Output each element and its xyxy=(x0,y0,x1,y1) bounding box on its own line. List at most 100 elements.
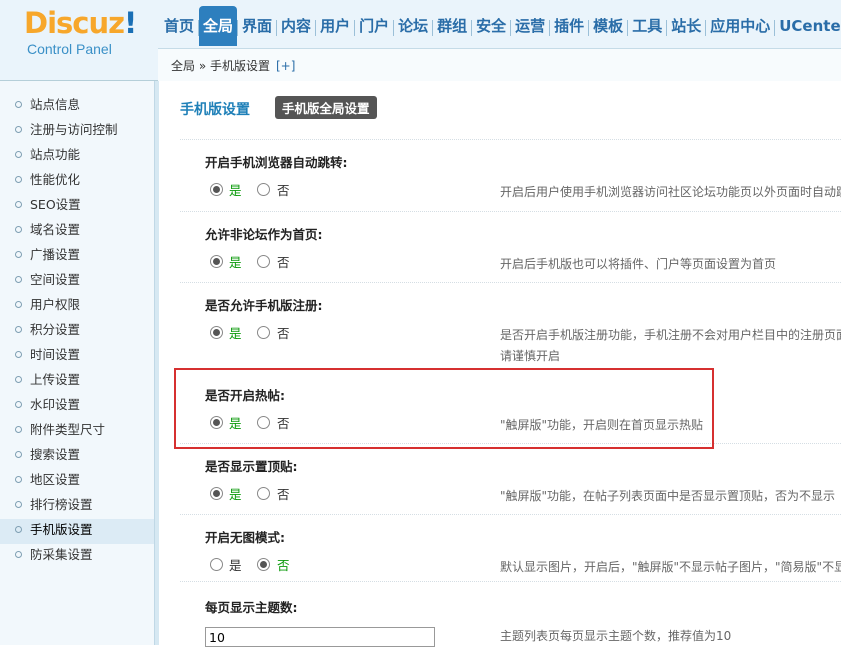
nav-item-2[interactable]: 界面 xyxy=(238,6,276,46)
sidebar-item-14[interactable]: 搜索设置 xyxy=(0,444,154,469)
highlight-box xyxy=(174,368,714,449)
bullet-icon xyxy=(15,176,22,183)
sidebar-item-label: 水印设置 xyxy=(30,397,81,412)
nav-item-12[interactable]: 工具 xyxy=(628,6,666,46)
radio-yes-label: 是 xyxy=(229,326,242,341)
bullet-icon xyxy=(15,501,22,508)
radio-yes[interactable] xyxy=(210,255,223,268)
sidebar-item-7[interactable]: 空间设置 xyxy=(0,269,154,294)
radio-yes[interactable] xyxy=(210,487,223,500)
sidebar-item-label: 手机版设置 xyxy=(30,522,93,537)
tab-mobile-global-settings[interactable]: 手机版全局设置 xyxy=(275,96,377,119)
logo-subtitle: Control Panel xyxy=(27,41,112,57)
divider xyxy=(180,514,841,515)
sidebar-item-3[interactable]: 性能优化 xyxy=(0,169,154,194)
sidebar-item-10[interactable]: 时间设置 xyxy=(0,344,154,369)
nav-item-0[interactable]: 首页 xyxy=(160,6,198,46)
sidebar-item-label: 注册与访问控制 xyxy=(30,122,118,137)
nav-item-1[interactable]: 全局 xyxy=(199,6,238,46)
sidebar-item-label: 站点信息 xyxy=(30,97,81,112)
sidebar-item-label: 空间设置 xyxy=(30,272,81,287)
sidebar-item-11[interactable]: 上传设置 xyxy=(0,369,154,394)
sidebar-item-6[interactable]: 广播设置 xyxy=(0,244,154,269)
radio-yes[interactable] xyxy=(210,183,223,196)
sidebar-item-16[interactable]: 排行榜设置 xyxy=(0,494,154,519)
nav-item-9[interactable]: 运营 xyxy=(511,6,549,46)
nav-item-11[interactable]: 模板 xyxy=(589,6,627,46)
topics-per-page-input[interactable] xyxy=(205,627,435,647)
radio-no[interactable] xyxy=(257,326,270,339)
sidebar-item-label: 域名设置 xyxy=(30,222,81,237)
setting-description: 默认显示图片，开启后，"触屏版"不显示帖子图片，"简易版"不显 xyxy=(500,560,841,574)
sidebar-item-label: 站点功能 xyxy=(30,147,81,162)
sidebar-item-5[interactable]: 域名设置 xyxy=(0,219,154,244)
nav-item-13[interactable]: 站长 xyxy=(667,6,705,46)
header: Discuz! Control Panel 首页 全局 界面 内容 用户 门户 论坛 群组 安全… xyxy=(0,0,841,81)
nav-item-10[interactable]: 插件 xyxy=(550,6,588,46)
breadcrumb: 全局 » 手机版设置 [+] xyxy=(171,57,295,74)
page-title: 手机版设置 xyxy=(180,102,250,118)
discuz-logo[interactable]: Discuz! Control Panel xyxy=(0,0,158,80)
bullet-icon xyxy=(15,251,22,258)
setting-description: "触屏版"功能，在帖子列表页面中是否显示置顶贴，否为不显示 xyxy=(500,489,836,503)
radio-no-label: 否 xyxy=(277,487,290,502)
top-nav: 首页全局界面内容用户门户论坛群组安全运营插件模板工具站长应用中心UCenter xyxy=(160,6,841,46)
radio-yes[interactable] xyxy=(210,558,223,571)
sidebar-item-18[interactable]: 防采集设置 xyxy=(0,544,154,569)
radio-no[interactable] xyxy=(257,183,270,196)
sidebar-divider xyxy=(154,81,159,645)
breadcrumb-bar: 全局 » 手机版设置 [+] xyxy=(158,48,841,81)
sidebar-item-2[interactable]: 站点功能 xyxy=(0,144,154,169)
bullet-icon xyxy=(15,201,22,208)
sidebar-item-1[interactable]: 注册与访问控制 xyxy=(0,119,154,144)
sidebar-item-8[interactable]: 用户权限 xyxy=(0,294,154,319)
divider xyxy=(180,282,841,283)
breadcrumb-path: 全局 » 手机版设置 xyxy=(171,59,270,73)
nav-item-8[interactable]: 安全 xyxy=(472,6,510,46)
radio-no-label: 否 xyxy=(277,558,290,573)
setting-title: 允许非论坛作为首页: xyxy=(205,227,323,242)
bullet-icon xyxy=(15,276,22,283)
sidebar-item-0[interactable]: 站点信息 xyxy=(0,94,154,119)
sidebar-item-12[interactable]: 水印设置 xyxy=(0,394,154,419)
sidebar-item-label: 广播设置 xyxy=(30,247,81,262)
sidebar-item-label: 积分设置 xyxy=(30,322,81,337)
sidebar-item-label: 排行榜设置 xyxy=(30,497,93,512)
nav-item-7[interactable]: 群组 xyxy=(433,6,471,46)
nav-item-15[interactable]: UCenter xyxy=(775,6,841,46)
sidebar-item-label: 搜索设置 xyxy=(30,447,81,462)
bullet-icon xyxy=(15,551,22,558)
setting-title: 每页显示主题数: xyxy=(205,600,298,615)
sidebar-item-13[interactable]: 附件类型尺寸 xyxy=(0,419,154,444)
sidebar-item-9[interactable]: 积分设置 xyxy=(0,319,154,344)
divider xyxy=(180,211,841,212)
sidebar-item-label: 防采集设置 xyxy=(30,547,93,562)
radio-yes[interactable] xyxy=(210,326,223,339)
sidebar-item-17[interactable]: 手机版设置 xyxy=(0,519,154,544)
bullet-icon xyxy=(15,326,22,333)
setting-description: 开启后手机版也可以将插件、门户等页面设置为首页 xyxy=(500,257,777,271)
nav-item-14[interactable]: 应用中心 xyxy=(706,6,774,46)
setting-title: 是否允许手机版注册: xyxy=(205,298,323,313)
radio-no-label: 否 xyxy=(277,183,290,198)
nav-item-3[interactable]: 内容 xyxy=(277,6,315,46)
logo-brand: Discuz! xyxy=(24,6,137,40)
sidebar: 站点信息注册与访问控制 站点功能性能优化 SEO设置域名设置广播设置空间设置用户权限… xyxy=(0,81,154,645)
divider xyxy=(180,581,841,582)
sidebar-item-label: 用户权限 xyxy=(30,297,81,312)
add-shortcut-link[interactable]: [+] xyxy=(276,59,295,73)
radio-no[interactable] xyxy=(257,255,270,268)
radio-no[interactable] xyxy=(257,487,270,500)
radio-no-label: 否 xyxy=(277,255,290,270)
radio-yes-label: 是 xyxy=(229,558,242,573)
sidebar-item-4[interactable]: SEO设置 xyxy=(0,194,154,219)
bullet-icon xyxy=(15,426,22,433)
bullet-icon xyxy=(15,301,22,308)
bullet-icon xyxy=(15,526,22,533)
nav-item-6[interactable]: 论坛 xyxy=(394,6,432,46)
sidebar-item-15[interactable]: 地区设置 xyxy=(0,469,154,494)
nav-item-4[interactable]: 用户 xyxy=(316,6,354,46)
radio-no[interactable] xyxy=(257,558,270,571)
nav-item-5[interactable]: 门户 xyxy=(355,6,393,46)
radio-yes-label: 是 xyxy=(229,487,242,502)
